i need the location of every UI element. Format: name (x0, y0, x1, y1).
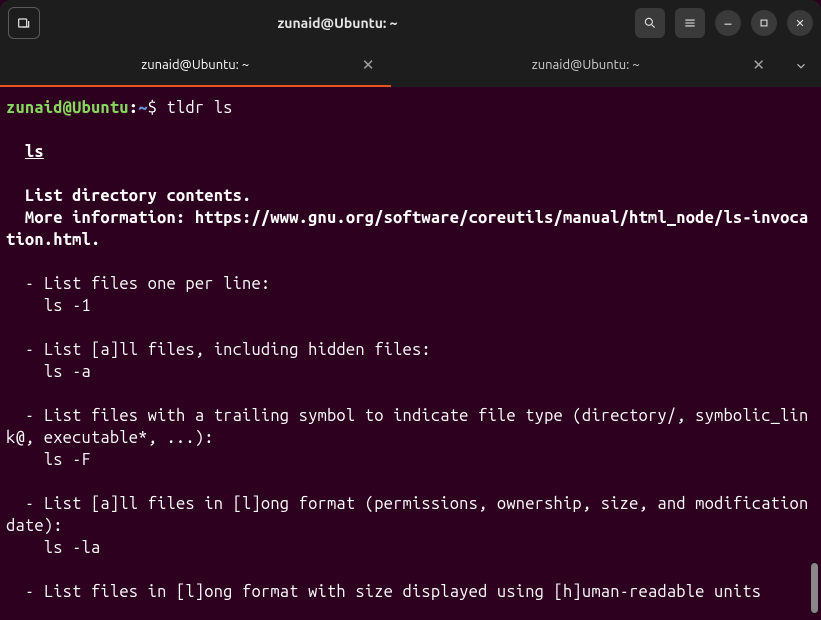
tldr-command-name: ls (25, 143, 44, 161)
tab-bar: zunaid@Ubuntu: ~ ✕ zunaid@Ubuntu: ~ ✕ (0, 45, 821, 87)
terminal-tab-1[interactable]: zunaid@Ubuntu: ~ ✕ (0, 45, 391, 87)
prompt-symbol: $ (148, 99, 157, 117)
tab-label: zunaid@Ubuntu: ~ (532, 58, 640, 72)
prompt-command: tldr ls (157, 99, 233, 117)
tldr-description: List directory contents. (25, 187, 252, 205)
tldr-more-info: More information: https://www.gnu.org/so… (6, 209, 808, 249)
example-cmd: ls -F (44, 451, 91, 469)
close-button[interactable] (787, 10, 813, 36)
minimize-button[interactable] (715, 10, 741, 36)
terminal-output[interactable]: zunaid@Ubuntu:~$ tldr ls ls List directo… (0, 87, 821, 620)
window-title: zunaid@Ubuntu: ~ (48, 15, 627, 31)
new-tab-button[interactable] (8, 7, 40, 39)
tab-label: zunaid@Ubuntu: ~ (141, 58, 249, 72)
terminal-tab-2[interactable]: zunaid@Ubuntu: ~ ✕ (391, 45, 782, 87)
example-bullet: - (25, 407, 34, 425)
example-desc: List files with a trailing symbol to ind… (6, 407, 808, 447)
search-button[interactable] (635, 8, 665, 38)
example-bullet: - (25, 495, 34, 513)
example-bullet: - (25, 341, 34, 359)
close-tab-icon[interactable]: ✕ (362, 56, 375, 74)
prompt-user-host: zunaid@Ubuntu (6, 99, 129, 117)
menu-button[interactable] (675, 8, 705, 38)
prompt-colon: : (129, 99, 138, 117)
example-desc: List [a]ll files in [l]ong format (permi… (6, 495, 818, 535)
maximize-button[interactable] (751, 10, 777, 36)
close-tab-icon[interactable]: ✕ (752, 56, 765, 74)
example-cmd: ls -a (44, 363, 91, 381)
example-cmd: ls -1 (44, 297, 91, 315)
example-desc: List [a]ll files, including hidden files… (44, 341, 431, 359)
window-titlebar: zunaid@Ubuntu: ~ (0, 0, 821, 45)
scrollbar-thumb[interactable] (811, 563, 818, 613)
example-desc: List files in [l]ong format with size di… (44, 583, 761, 601)
tab-dropdown-button[interactable] (781, 45, 821, 87)
example-bullet: - (25, 275, 34, 293)
example-desc: List files one per line: (44, 275, 271, 293)
example-bullet: - (25, 583, 34, 601)
example-cmd: ls -la (44, 539, 101, 557)
prompt-path: ~ (138, 99, 147, 117)
